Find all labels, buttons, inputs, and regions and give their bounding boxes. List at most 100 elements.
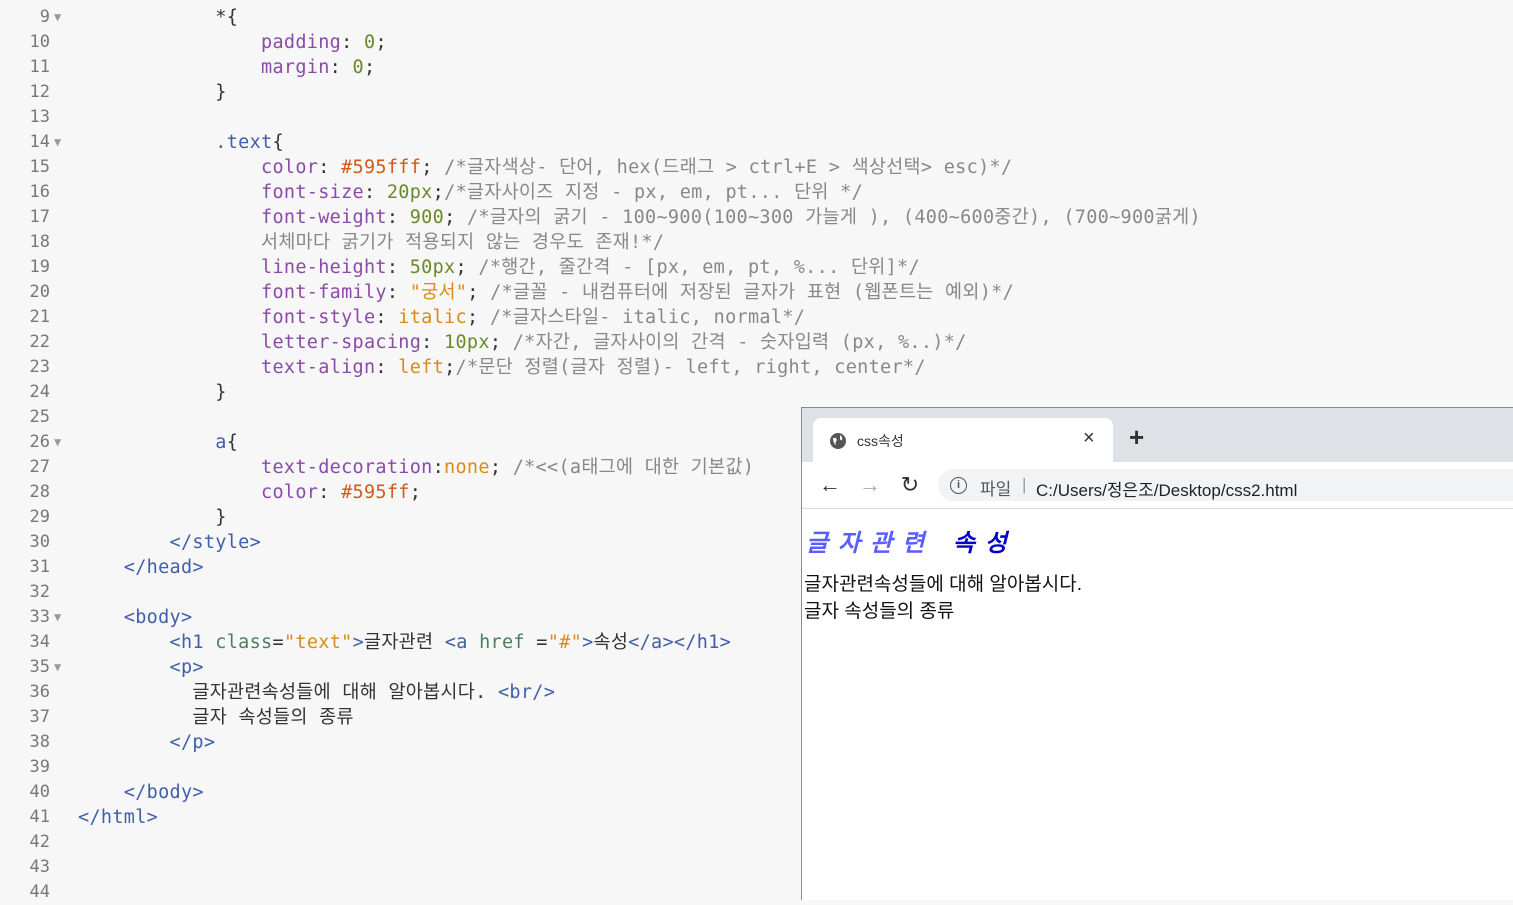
url-text[interactable]: C:/Users/정은조/Desktop/css2.html [1036,476,1297,501]
code-line[interactable]: 22 letter-spacing: 10px; /*자간, 글자사이의 간격 … [0,330,1513,355]
code-text[interactable]: text-align: left;/*문단 정렬(글자 정렬)- left, r… [78,355,926,380]
code-line[interactable]: 13 [0,105,1513,130]
code-text[interactable]: <h1 class="text">글자관련 <a href ="#">속성</a… [78,630,731,655]
code-line[interactable]: 14 ▼ .text{ [0,130,1513,155]
line-number: 39 [29,757,50,777]
tab-title: css속성 [857,433,904,449]
line-number: 31 [29,557,50,577]
fold-arrow-icon[interactable]: ▼ [54,605,61,630]
code-text[interactable]: } [78,505,227,530]
paragraph: 글자관련속성들에 대해 알아봅시다. 글자 속성들의 종류 [804,571,1082,625]
line-number: 19 [29,257,50,277]
page-heading: 글자관련 속성 [806,523,1017,558]
code-line[interactable]: 18 서체마다 굵기가 적용되지 않는 경우도 존재!*/ [0,230,1513,255]
code-text[interactable]: font-weight: 900; /*글자의 굵기 - 100~900(100… [78,205,1201,230]
line-number: 23 [29,357,50,377]
line-number: 42 [29,832,50,852]
browser-window: css속성 × + ← → ↻ i 파일 | C:/Users/정은조/Desk… [801,407,1513,900]
line-number: 9 [39,7,50,27]
code-text[interactable]: a{ [78,430,238,455]
url-separator: | [1022,475,1027,494]
code-line[interactable]: 12 } [0,80,1513,105]
paragraph-line-1: 글자관련속성들에 대해 알아봅시다. [804,574,1083,595]
line-number: 38 [29,732,50,752]
line-number: 25 [29,407,50,427]
code-line[interactable]: 16 font-size: 20px;/*글자사이즈 지정 - px, em, … [0,180,1513,205]
code-text[interactable]: margin: 0; [78,55,375,80]
code-text[interactable]: </html> [78,805,158,830]
fold-arrow-icon[interactable]: ▼ [54,5,61,30]
code-text[interactable]: 글자관련속성들에 대해 알아봅시다. <br/> [78,680,555,705]
code-line[interactable]: 19 line-height: 50px; /*행간, 줄간격 - [px, e… [0,255,1513,280]
page-content: 글자관련 속성 글자관련속성들에 대해 알아봅시다. 글자 속성들의 종류 [802,509,1513,900]
code-text[interactable]: <body> [78,605,192,630]
info-icon[interactable]: i [950,477,967,494]
code-text[interactable]: text-decoration:none; /*<<(a태그에 대한 기본값) [78,455,754,480]
line-number: 44 [29,882,50,902]
code-text[interactable]: </p> [78,730,215,755]
code-text[interactable]: padding: 0; [78,30,387,55]
new-tab-button[interactable]: + [1129,424,1144,450]
globe-icon [830,433,846,449]
code-text[interactable]: line-height: 50px; /*행간, 줄간격 - [px, em, … [78,255,920,280]
line-number: 40 [29,782,50,802]
code-line[interactable]: 20 font-family: "궁서"; /*글꼴 - 내컴퓨터에 저장된 글… [0,280,1513,305]
code-line[interactable]: 15 color: #595fff; /*글자색상- 단어, hex(드래그 >… [0,155,1513,180]
url-scheme-label: 파일 [980,480,1012,499]
code-text[interactable]: <p> [78,655,204,680]
line-number: 24 [29,382,50,402]
code-line[interactable]: 10 padding: 0; [0,30,1513,55]
line-number: 41 [29,807,50,827]
line-number: 29 [29,507,50,527]
code-text[interactable]: color: #595ff; [78,480,421,505]
line-number: 16 [29,182,50,202]
code-line[interactable]: 9 ▼ *{ [0,5,1513,30]
fold-arrow-icon[interactable]: ▼ [54,130,61,155]
line-number: 17 [29,207,50,227]
code-text[interactable]: 서체마다 굵기가 적용되지 않는 경우도 존재!*/ [78,230,664,255]
line-number: 27 [29,457,50,477]
code-text[interactable]: } [78,80,227,105]
code-line[interactable]: 11 margin: 0; [0,55,1513,80]
forward-button[interactable]: → [857,472,883,498]
browser-toolbar: ← → ↻ i 파일 | C:/Users/정은조/Desktop/css2.h… [802,462,1513,509]
code-text[interactable]: font-family: "궁서"; /*글꼴 - 내컴퓨터에 저장된 글자가 … [78,280,1014,305]
code-text[interactable]: .text{ [78,130,284,155]
line-number: 43 [29,857,50,877]
heading-link[interactable]: 속성 [953,528,1017,557]
line-number: 13 [29,107,50,127]
code-text[interactable]: </body> [78,780,204,805]
line-number: 11 [29,57,50,77]
line-number: 15 [29,157,50,177]
line-number: 14 [29,132,50,152]
fold-arrow-icon[interactable]: ▼ [54,655,61,680]
code-line[interactable]: 17 font-weight: 900; /*글자의 굵기 - 100~900(… [0,205,1513,230]
code-text[interactable]: *{ [78,5,238,30]
line-number: 33 [29,607,50,627]
close-tab-icon[interactable]: × [1083,428,1095,448]
tab-bar: css속성 × + [802,408,1513,462]
code-text[interactable]: font-size: 20px;/*글자사이즈 지정 - px, em, pt.… [78,180,863,205]
code-line[interactable]: 21 font-style: italic; /*글자스타일- italic, … [0,305,1513,330]
line-number: 20 [29,282,50,302]
code-text[interactable]: letter-spacing: 10px; /*자간, 글자사이의 간격 - 숫… [78,330,967,355]
code-text[interactable]: </style> [78,530,261,555]
line-number: 36 [29,682,50,702]
code-text[interactable]: font-style: italic; /*글자스타일- italic, nor… [78,305,805,330]
line-number: 12 [29,82,50,102]
code-text[interactable]: color: #595fff; /*글자색상- 단어, hex(드래그 > ct… [78,155,1012,180]
line-number: 21 [29,307,50,327]
reload-button[interactable]: ↻ [897,472,923,498]
fold-arrow-icon[interactable]: ▼ [54,430,61,455]
line-number: 30 [29,532,50,552]
code-text[interactable]: } [78,380,227,405]
code-text[interactable]: </head> [78,555,204,580]
back-button[interactable]: ← [817,472,843,498]
code-line[interactable]: 24 } [0,380,1513,405]
code-text[interactable]: 글자 속성들의 종류 [78,705,354,730]
line-number: 22 [29,332,50,352]
heading-text: 글자관련 [806,528,935,557]
browser-tab[interactable]: css속성 × [813,418,1113,462]
address-bar[interactable]: i 파일 | C:/Users/정은조/Desktop/css2.html [938,469,1513,501]
code-line[interactable]: 23 text-align: left;/*문단 정렬(글자 정렬)- left… [0,355,1513,380]
